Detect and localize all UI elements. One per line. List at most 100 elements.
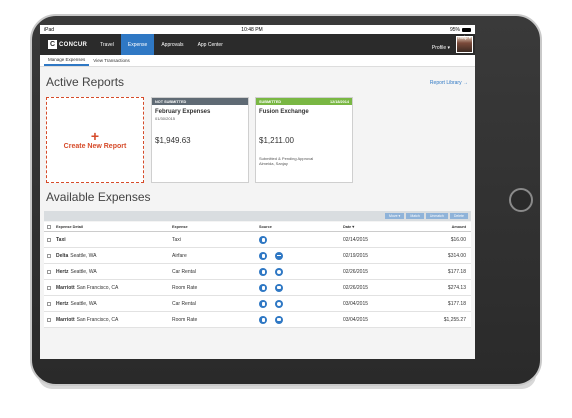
report-title: February Expenses <box>155 109 211 115</box>
table-row[interactable]: Hertz Seattle, WA Car Rental 02/26/2015 $177… <box>44 264 471 280</box>
report-status: NOT SUBMITTED <box>155 99 187 104</box>
report-card-fusion-exchange[interactable]: SUBMITTED 12/18/2014 Fusion Exchange $1,… <box>255 97 353 183</box>
receipt-glyph <box>261 285 265 290</box>
expense-type-cell: Car Rental <box>172 300 196 307</box>
profile-menu[interactable]: Profile ▾ <box>432 34 454 55</box>
amount-cell: $177.18 <box>447 268 466 275</box>
receipt-icon[interactable] <box>259 235 267 244</box>
expense-detail-cell: Hertz Seattle, WA <box>54 301 172 307</box>
report-card-february-expenses[interactable]: NOT SUBMITTED February Expenses 01/30/20… <box>151 97 249 183</box>
hotel-icon[interactable] <box>275 315 283 324</box>
create-new-report-card[interactable]: + Create New Report <box>46 97 144 183</box>
report-title: Fusion Exchange <box>259 109 309 115</box>
col-source[interactable]: Source <box>259 225 343 229</box>
move-button[interactable]: Move ▾ <box>385 213 405 219</box>
delete-button[interactable]: Delete <box>449 213 468 219</box>
hotel-glyph <box>276 286 282 289</box>
source-cell <box>259 251 343 260</box>
row-select-cell <box>44 285 54 290</box>
row-checkbox[interactable] <box>47 253 51 258</box>
select-all-checkbox[interactable] <box>47 224 51 229</box>
source-cell <box>259 267 343 276</box>
date-cell: 03/04/2015 <box>343 316 369 323</box>
receipt-icon[interactable] <box>259 315 267 324</box>
expense-detail-cell: Marriott San Francisco, CA <box>54 317 172 323</box>
amount-cell: $16.00 <box>450 236 466 243</box>
table-row[interactable]: Delta Seattle, WA Airfare 02/19/2015 $314.00 <box>44 248 471 264</box>
row-checkbox[interactable] <box>47 269 51 274</box>
row-select-cell <box>44 253 54 258</box>
airfare-icon[interactable] <box>275 251 283 260</box>
receipt-glyph <box>261 301 265 306</box>
nav-app-center[interactable]: App Center <box>191 34 230 55</box>
row-checkbox[interactable] <box>47 301 51 306</box>
expense-type-cell: Room Rate <box>172 316 198 323</box>
nav-approvals[interactable]: Approvals <box>154 34 190 55</box>
amount-cell: $314.00 <box>447 252 466 259</box>
col-expense[interactable]: Expense <box>172 225 259 229</box>
receipt-icon[interactable] <box>259 299 267 308</box>
car-glyph <box>277 269 281 274</box>
car-icon[interactable] <box>275 267 283 276</box>
date-cell: 02/26/2015 <box>343 268 369 275</box>
vendor-name: Hertz <box>56 268 69 275</box>
vendor-location: Seattle, WA <box>70 268 97 275</box>
receipt-icon[interactable] <box>259 283 267 292</box>
help-menu[interactable]: Help ▾ <box>458 35 471 41</box>
hotel-glyph <box>276 318 282 321</box>
receipt-glyph <box>261 269 265 274</box>
expense-type-cell: Car Rental <box>172 268 196 275</box>
receipt-glyph <box>261 253 265 258</box>
expenses-table: Expense Detail Expense Source Date ▾ Amo… <box>44 222 471 328</box>
nav-expense[interactable]: Expense <box>120 34 155 55</box>
tab-manage-expenses[interactable]: Manage Expenses <box>44 55 90 66</box>
device-label: iPad <box>44 26 55 33</box>
app-screen: iPad 10:48 PM 95% C CONCUR Travel Expens… <box>40 25 475 359</box>
source-cell <box>259 235 343 244</box>
logo-mark: C <box>48 40 57 49</box>
source-cell <box>259 283 343 292</box>
col-expense-detail[interactable]: Expense Detail <box>54 225 172 229</box>
source-cell <box>259 299 343 308</box>
table-row[interactable]: Marriott San Francisco, CA Room Rate 02/26/… <box>44 280 471 296</box>
battery-status: 95% <box>450 27 471 33</box>
col-date[interactable]: Date ▾ <box>343 224 395 229</box>
table-row[interactable]: Marriott San Francisco, CA Room Rate 03/04/… <box>44 312 471 328</box>
col-amount[interactable]: Amount <box>395 225 471 229</box>
amount-cell: $177.18 <box>447 300 466 307</box>
row-checkbox[interactable] <box>47 237 51 242</box>
unmatch-button[interactable]: Unmatch <box>425 213 448 219</box>
clock: 10:48 PM <box>241 26 263 33</box>
home-button[interactable] <box>509 188 533 212</box>
expense-detail-cell: Hertz Seattle, WA <box>54 269 172 275</box>
report-date: 01/30/2015 <box>155 116 176 121</box>
concur-logo[interactable]: C CONCUR <box>40 34 93 55</box>
expense-detail-cell: Delta Seattle, WA <box>54 253 172 259</box>
date-cell: 03/04/2015 <box>343 300 369 307</box>
row-select-cell <box>44 237 54 242</box>
create-report-label: Create New Report <box>63 142 127 150</box>
nav-user-area: Help ▾ Profile ▾ <box>432 34 475 55</box>
row-checkbox[interactable] <box>47 317 51 322</box>
table-row[interactable]: Hertz Seattle, WA Car Rental 03/04/2015 $177… <box>44 296 471 312</box>
table-row[interactable]: Taxi Taxi 02/14/2015 $16.00 <box>44 232 471 248</box>
nav-travel[interactable]: Travel <box>93 34 121 55</box>
receipt-icon[interactable] <box>259 251 267 260</box>
date-cell: 02/26/2015 <box>343 284 369 291</box>
receipt-icon[interactable] <box>259 267 267 276</box>
row-checkbox[interactable] <box>47 285 51 290</box>
report-status-date: 12/18/2014 <box>329 99 349 104</box>
expense-type-cell: Room Rate <box>172 284 198 291</box>
date-cell: 02/14/2015 <box>343 236 369 243</box>
hotel-icon[interactable] <box>275 283 283 292</box>
sub-nav: Manage Expenses View Transactions <box>40 55 475 67</box>
battery-percent: 95% <box>449 26 460 33</box>
report-status-header: SUBMITTED 12/18/2014 <box>256 98 352 105</box>
table-body: Taxi Taxi 02/14/2015 $16.00 Delta Seattle, WA… <box>44 232 471 328</box>
tab-view-transactions[interactable]: View Transactions <box>89 55 133 66</box>
report-library-link[interactable]: Report Library → <box>430 80 468 86</box>
car-icon[interactable] <box>275 299 283 308</box>
receipt-glyph <box>261 317 265 322</box>
report-approval-status: Submitted & Pending Approval Almeida, Sa… <box>256 156 316 166</box>
match-button[interactable]: Match <box>406 213 424 219</box>
